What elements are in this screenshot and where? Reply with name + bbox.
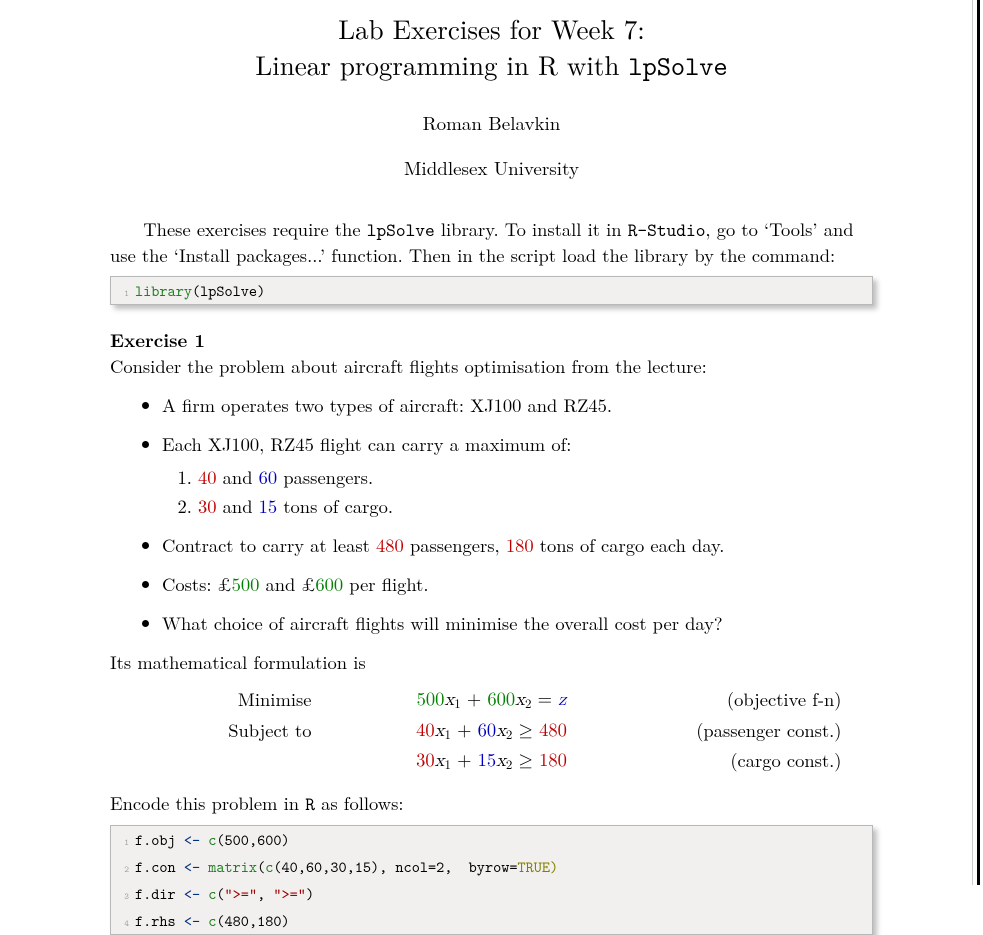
code-lpsolve: lpSolve <box>367 217 435 242</box>
math-row-constraint: Subject to 40x1 + 60x2 ≥ 480 (passenger … <box>110 716 873 747</box>
list-item: Contract to carry at least 480 passenger… <box>162 533 873 558</box>
encode-lead: Encode this problem in R as follows: <box>110 791 873 817</box>
title-code-lpsolve: lpSolve <box>628 48 727 84</box>
list-item: 30 and 15 tons of cargo. <box>198 494 873 519</box>
list-item: Each XJ100, RZ45 flight can carry a maxi… <box>162 432 873 519</box>
exercise-intro: Consider the problem about aircraft flig… <box>110 353 707 379</box>
author-name: Roman Belavkin <box>110 109 873 136</box>
line-number: 1 <box>117 836 129 848</box>
line-number: 2 <box>117 863 129 875</box>
list-item: 40 and 60 passengers. <box>198 465 873 490</box>
code-block-encode: 1 f.obj <- c(500,600) 2 f.con <- matrix(… <box>110 825 873 935</box>
title-line-2-text: Linear programming in R with <box>255 45 628 83</box>
code-line: 1 f.obj <- c(500,600) <box>111 826 872 853</box>
math-row-constraint: 30x1 + 15x2 ≥ 180 (cargo const.) <box>110 746 873 777</box>
line-number: 4 <box>117 917 129 929</box>
math-row-objective: Minimise 500x1 + 600x2 = z (objective f-… <box>110 685 873 716</box>
title-line-1: Lab Exercises for Week 7: <box>338 9 644 47</box>
enum-list: 40 and 60 passengers. 30 and 15 tons of … <box>162 465 873 519</box>
code-rstudio: R-Studio <box>628 217 706 242</box>
document-page: Lab Exercises for Week 7: Linear program… <box>0 0 983 885</box>
affiliation: Middlesex University <box>110 154 873 181</box>
code-line: 1 library(lpSolve) <box>111 277 872 304</box>
line-number: 1 <box>117 287 129 299</box>
line-number: 3 <box>117 890 129 902</box>
code-block-library: 1 library(lpSolve) <box>110 276 873 305</box>
bullet-list: A firm operates two types of aircraft: X… <box>110 393 873 636</box>
formulation-lead: Its mathematical formulation is <box>110 650 873 675</box>
list-item: Costs: £500 and £600 per flight. <box>162 572 873 597</box>
code-line: 3 f.dir <- c(">=", ">=") <box>111 880 872 907</box>
list-item: A firm operates two types of aircraft: X… <box>162 393 873 418</box>
list-item: What choice of aircraft flights will min… <box>162 611 873 636</box>
exercise-heading: Exercise 1 Consider the problem about ai… <box>110 327 873 379</box>
intro-paragraph: These exercises require the lpSolve libr… <box>110 217 873 268</box>
document-title: Lab Exercises for Week 7: Linear program… <box>110 10 873 85</box>
code-line: 4 f.rhs <- c(480,180) <box>111 907 872 934</box>
math-block: Minimise 500x1 + 600x2 = z (objective f-… <box>110 685 873 778</box>
code-line: 2 f.con <- matrix(c(40,60,30,15), ncol=2… <box>111 853 872 880</box>
